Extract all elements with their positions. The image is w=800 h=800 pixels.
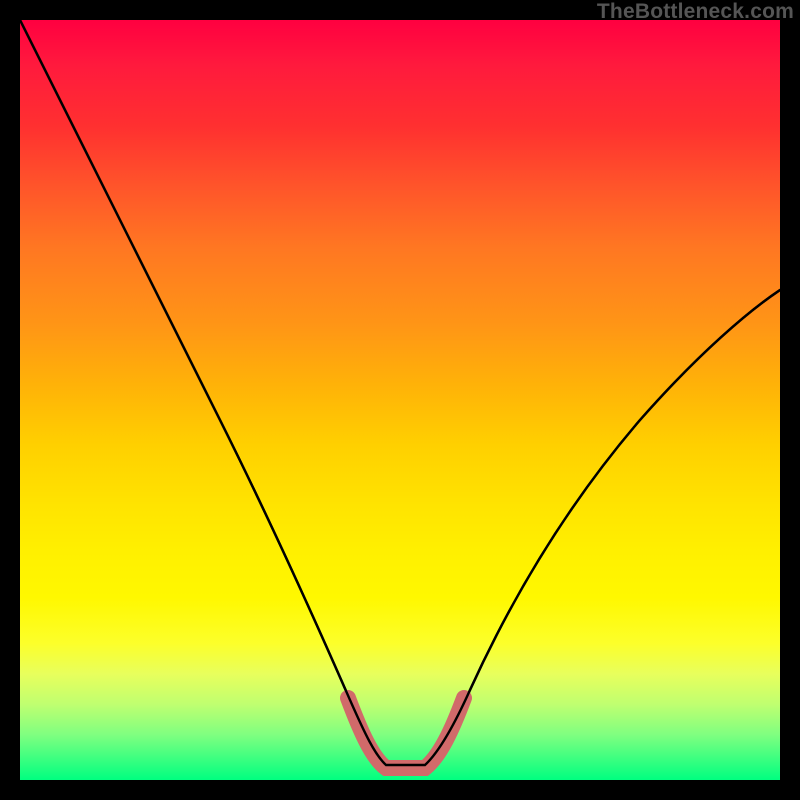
bottleneck-curve-overlay <box>20 20 780 765</box>
chart-frame: TheBottleneck.com <box>0 0 800 800</box>
plot-area <box>20 20 780 780</box>
watermark-text: TheBottleneck.com <box>597 0 794 24</box>
curve-layer <box>20 20 780 780</box>
